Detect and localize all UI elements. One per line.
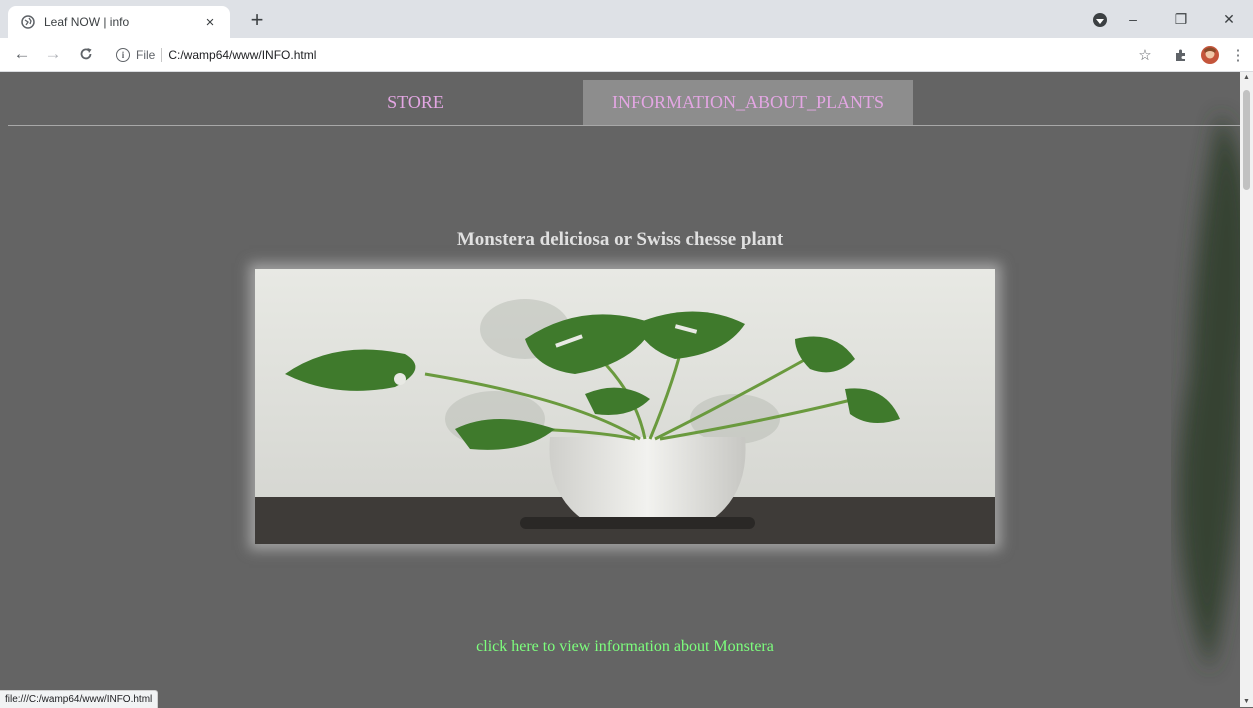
close-window-button[interactable]: ✕ (1205, 0, 1253, 38)
browser-toolbar: ← → i File C:/wamp64/www/INFO.html ☆ ⋮ (0, 38, 1253, 72)
tab-title: Leaf NOW | info (44, 15, 130, 29)
monstera-image (255, 269, 995, 544)
address-bar[interactable]: i File C:/wamp64/www/INFO.html (108, 42, 1123, 68)
page-viewport: STORE INFORMATION_ABOUT_PLANTS Monstera … (0, 72, 1240, 707)
browser-tab[interactable]: Leaf NOW | info × (8, 6, 230, 38)
restore-button[interactable]: ❐ (1157, 0, 1205, 38)
scroll-up-icon[interactable]: ▲ (1243, 74, 1250, 81)
nav-store-link[interactable]: STORE (373, 80, 458, 125)
minimize-button[interactable]: – (1109, 0, 1157, 38)
extensions-icon[interactable] (1169, 43, 1193, 67)
account-icon[interactable] (1091, 11, 1109, 29)
star-icon[interactable]: ☆ (1133, 43, 1157, 67)
forward-icon[interactable]: → (41, 42, 65, 66)
status-bar-url: file:///C:/wamp64/www/INFO.html (0, 690, 159, 708)
url-divider (161, 48, 163, 62)
avatar[interactable] (1198, 43, 1222, 67)
scrollbar-thumb[interactable] (1243, 90, 1250, 190)
globe-icon (20, 14, 36, 30)
site-nav: STORE INFORMATION_ABOUT_PLANTS (8, 80, 1240, 126)
close-tab-icon[interactable]: × (200, 12, 220, 32)
url-text[interactable]: C:/wamp64/www/INFO.html (168, 48, 316, 62)
background-plant-leaf (1178, 112, 1240, 672)
new-tab-button[interactable]: + (245, 7, 269, 32)
url-scheme: File (136, 48, 156, 62)
info-icon[interactable]: i (116, 48, 130, 62)
tab-strip: Leaf NOW | info × + – ❐ ✕ (0, 0, 1253, 38)
page-scrollbar[interactable]: ▲ ▼ (1240, 72, 1253, 707)
back-icon[interactable]: ← (10, 42, 34, 66)
menu-icon[interactable]: ⋮ (1226, 43, 1250, 67)
nav-information-link[interactable]: INFORMATION_ABOUT_PLANTS (583, 80, 913, 125)
page-title: Monstera deliciosa or Swiss chesse plant (456, 229, 784, 250)
reload-icon[interactable] (74, 42, 98, 66)
monstera-info-link[interactable]: click here to view information about Mon… (0, 638, 1240, 656)
scroll-down-icon[interactable]: ▼ (1243, 698, 1250, 705)
